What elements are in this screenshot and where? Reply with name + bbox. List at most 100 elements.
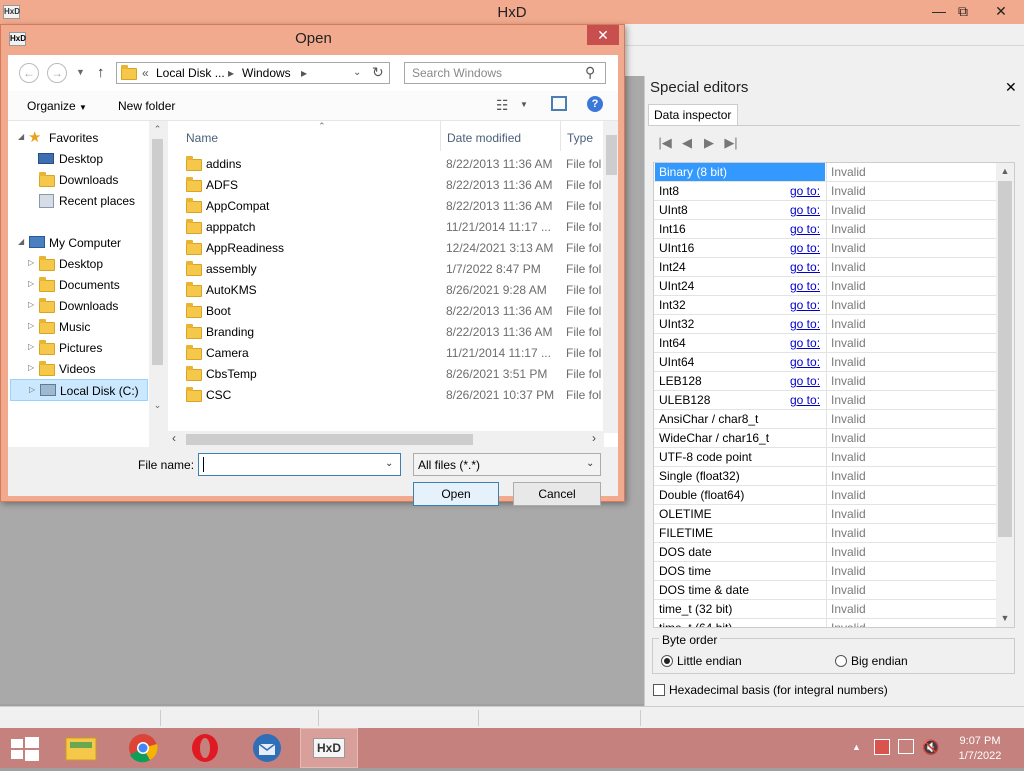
address-overflow-chevron[interactable]: «: [142, 66, 149, 80]
inspector-row[interactable]: UInt8 go to: Invalid: [654, 201, 998, 220]
dialog-close-button[interactable]: ✕: [587, 25, 619, 45]
scroll-up-icon[interactable]: ▲: [996, 163, 1014, 180]
inspector-type-name[interactable]: DOS date: [655, 543, 825, 561]
inspector-value[interactable]: Invalid: [826, 410, 998, 428]
file-type-select[interactable]: All files (*.*) ⌄: [413, 453, 601, 476]
scroll-thumb[interactable]: [998, 181, 1012, 537]
inspector-value[interactable]: Invalid: [826, 391, 998, 409]
volume-muted-icon[interactable]: 🔇: [922, 739, 939, 756]
inspector-row[interactable]: Int24 go to: Invalid: [654, 258, 998, 277]
inspector-row[interactable]: DOS date Invalid: [654, 543, 998, 562]
inspector-value[interactable]: Invalid: [826, 619, 998, 627]
column-name[interactable]: Name: [186, 131, 218, 145]
inspector-type-name[interactable]: DOS time & date: [655, 581, 825, 599]
cancel-button[interactable]: Cancel: [513, 482, 601, 506]
file-list-horizontal-scrollbar[interactable]: ‹ ›: [168, 431, 604, 447]
inspector-row[interactable]: DOS time & date Invalid: [654, 581, 998, 600]
first-icon[interactable]: |◀: [657, 136, 673, 150]
inspector-value[interactable]: Invalid: [826, 600, 998, 618]
breadcrumb-windows[interactable]: Windows: [242, 66, 291, 80]
scroll-thumb[interactable]: [186, 434, 473, 445]
inspector-row[interactable]: FILETIME Invalid: [654, 524, 998, 543]
hex-basis-checkbox[interactable]: [653, 684, 665, 696]
inspector-value[interactable]: Invalid: [826, 277, 998, 295]
inspector-value[interactable]: Invalid: [826, 353, 998, 371]
inspector-value[interactable]: Invalid: [826, 448, 998, 466]
column-date-modified[interactable]: Date modified: [447, 131, 521, 145]
inspector-row[interactable]: WideChar / char16_t Invalid: [654, 429, 998, 448]
inspector-value[interactable]: Invalid: [826, 429, 998, 447]
tree-my-computer[interactable]: ◢ My Computer: [8, 233, 148, 253]
inspector-type-name[interactable]: Single (float32): [655, 467, 825, 485]
tree-computer-desktop[interactable]: ▷ Desktop: [8, 254, 148, 274]
close-panel-icon[interactable]: ✕: [1005, 79, 1017, 96]
tree-computer-videos[interactable]: ▷ Videos: [8, 359, 148, 379]
scroll-left-icon[interactable]: ‹: [172, 431, 176, 445]
go-to-link[interactable]: go to:: [790, 355, 820, 369]
file-name-dropdown-icon[interactable]: ⌄: [385, 458, 393, 469]
inspector-type-name[interactable]: OLETIME: [655, 505, 825, 523]
start-button[interactable]: [0, 728, 58, 768]
file-row[interactable]: Camera 11/21/2014 11:17 ... File fol: [168, 342, 604, 363]
file-row[interactable]: apppatch 11/21/2014 11:17 ... File fol: [168, 216, 604, 237]
file-row[interactable]: assembly 1/7/2022 8:47 PM File fol: [168, 258, 604, 279]
inspector-row[interactable]: UTF-8 code point Invalid: [654, 448, 998, 467]
chrome-taskbar-button[interactable]: [114, 728, 172, 768]
inspector-row[interactable]: Single (float32) Invalid: [654, 467, 998, 486]
expand-icon[interactable]: ▷: [28, 321, 34, 330]
go-to-link[interactable]: go to:: [790, 203, 820, 217]
hxd-taskbar-button[interactable]: HxD: [300, 728, 358, 768]
little-endian-radio[interactable]: [661, 655, 673, 667]
system-clock[interactable]: 9:07 PM 1/7/2022: [950, 734, 1010, 764]
breadcrumb-separator-icon[interactable]: ▸: [228, 66, 234, 80]
scroll-up-icon[interactable]: ⌃: [149, 121, 166, 138]
go-to-link[interactable]: go to:: [790, 241, 820, 255]
file-row[interactable]: AppCompat 8/22/2013 11:36 AM File fol: [168, 195, 604, 216]
file-row[interactable]: Branding 8/22/2013 11:36 AM File fol: [168, 321, 604, 342]
collapse-icon[interactable]: ◢: [18, 237, 24, 246]
inspector-value[interactable]: Invalid: [826, 581, 998, 599]
tree-computer-music[interactable]: ▷ Music: [8, 317, 148, 337]
tree-favorites-recent-places[interactable]: Recent places: [8, 191, 148, 211]
go-to-link[interactable]: go to:: [790, 393, 820, 407]
inspector-value[interactable]: Invalid: [826, 220, 998, 238]
inspector-value[interactable]: Invalid: [826, 201, 998, 219]
inspector-row[interactable]: ULEB128 go to: Invalid: [654, 391, 998, 410]
inspector-value[interactable]: Invalid: [826, 505, 998, 523]
column-divider[interactable]: [560, 121, 561, 151]
expand-icon[interactable]: ▷: [28, 258, 34, 267]
breadcrumb-local-disk[interactable]: Local Disk ...: [156, 66, 225, 80]
big-endian-radio[interactable]: [835, 655, 847, 667]
file-row[interactable]: Boot 8/22/2013 11:36 AM File fol: [168, 300, 604, 321]
scroll-thumb[interactable]: [152, 139, 163, 365]
inspector-row[interactable]: UInt64 go to: Invalid: [654, 353, 998, 372]
file-row[interactable]: ADFS 8/22/2013 11:36 AM File fol: [168, 174, 604, 195]
address-dropdown-icon[interactable]: ⌄: [353, 67, 361, 78]
inspector-value[interactable]: Invalid: [826, 296, 998, 314]
last-icon[interactable]: ▶|: [723, 136, 739, 150]
inspector-type-name[interactable]: UTF-8 code point: [655, 448, 825, 466]
search-input[interactable]: Search Windows: [412, 66, 502, 80]
inspector-value[interactable]: Invalid: [826, 334, 998, 352]
file-row[interactable]: AppReadiness 12/24/2021 3:13 AM File fol: [168, 237, 604, 258]
tree-favorites-desktop[interactable]: Desktop: [8, 149, 148, 169]
inspector-row[interactable]: Int64 go to: Invalid: [654, 334, 998, 353]
tree-computer-documents[interactable]: ▷ Documents: [8, 275, 148, 295]
inspector-type-name[interactable]: Binary (8 bit): [655, 163, 825, 181]
inspector-value[interactable]: Invalid: [826, 562, 998, 580]
back-icon[interactable]: ←: [19, 63, 39, 83]
inspector-row[interactable]: AnsiChar / char8_t Invalid: [654, 410, 998, 429]
go-to-link[interactable]: go to:: [790, 317, 820, 331]
inspector-row[interactable]: time_t (64 bit) Invalid: [654, 619, 998, 627]
tree-favorites[interactable]: ◢ ★ Favorites: [8, 128, 148, 148]
opera-taskbar-button[interactable]: [176, 728, 234, 768]
organize-button[interactable]: Organize ▼: [27, 99, 87, 113]
inspector-row[interactable]: Int16 go to: Invalid: [654, 220, 998, 239]
scroll-thumb[interactable]: [606, 135, 617, 175]
inspector-row[interactable]: Int8 go to: Invalid: [654, 182, 998, 201]
column-divider[interactable]: [440, 121, 441, 151]
go-to-link[interactable]: go to:: [790, 374, 820, 388]
inspector-row[interactable]: UInt32 go to: Invalid: [654, 315, 998, 334]
tree-local-disk-c[interactable]: ▷ Local Disk (C:): [10, 379, 148, 401]
forward-icon[interactable]: →: [47, 63, 67, 83]
